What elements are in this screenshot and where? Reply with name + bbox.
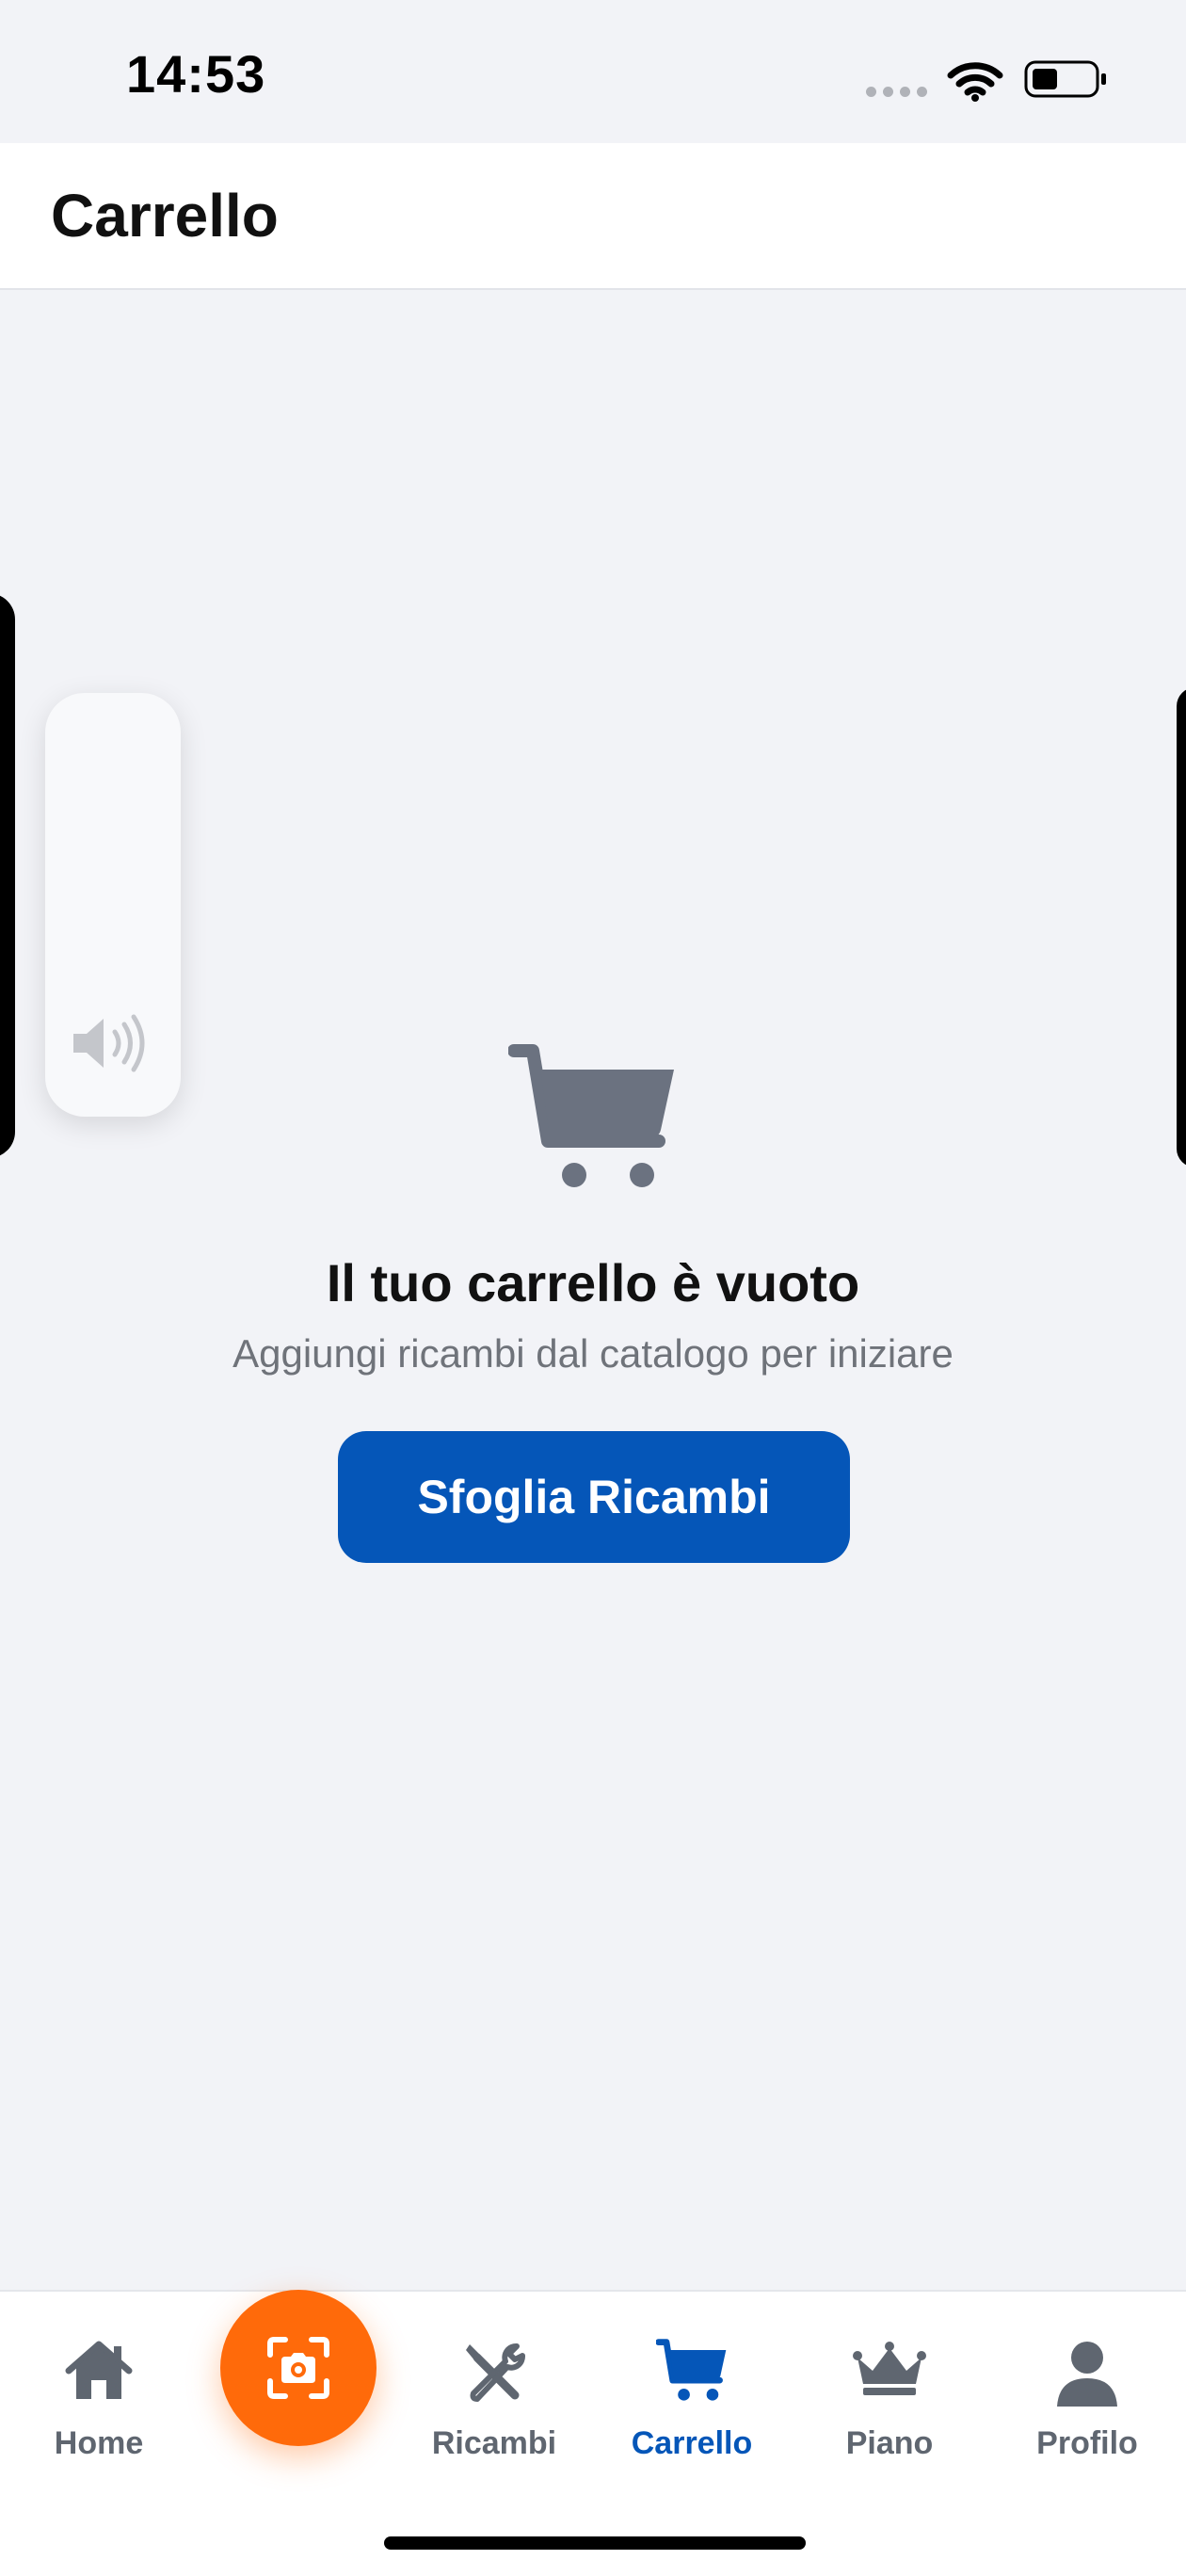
tools-icon — [466, 2343, 525, 2402]
page-title: Carrello — [51, 182, 279, 250]
cart-icon — [656, 2339, 727, 2401]
status-bar: 14:53 — [0, 0, 1186, 143]
tab-carrello-label: Carrello — [631, 2425, 753, 2461]
volume-hud[interactable] — [45, 693, 181, 1117]
tab-carrello[interactable]: Carrello — [593, 2292, 791, 2480]
home-indicator — [384, 2536, 806, 2550]
crown-icon — [853, 2342, 926, 2395]
tab-home-label: Home — [54, 2425, 144, 2461]
browse-parts-button[interactable]: Sfoglia Ricambi — [338, 1431, 850, 1563]
camera-scan-icon — [267, 2337, 329, 2399]
tab-profilo-label: Profilo — [1036, 2425, 1138, 2461]
tab-bar: Home Ricambi Carrello Piano Profilo — [0, 2290, 1186, 2576]
shopping-cart-icon — [508, 1044, 674, 1187]
tab-home[interactable]: Home — [0, 2292, 198, 2480]
tab-piano[interactable]: Piano — [791, 2292, 988, 2480]
battery-icon — [1024, 60, 1106, 98]
empty-cart-subtitle: Aggiungi ricambi dal catalogo per inizia… — [232, 1331, 954, 1376]
speaker-icon — [73, 1014, 145, 1072]
wifi-icon — [947, 62, 1003, 102]
tab-profilo[interactable]: Profilo — [988, 2292, 1186, 2480]
header: Carrello — [0, 143, 1186, 290]
device-edge-left — [0, 593, 15, 1158]
device-edge-right — [1177, 687, 1186, 1167]
empty-cart-title: Il tuo carrello è vuoto — [326, 1253, 860, 1312]
user-icon — [1057, 2342, 1117, 2407]
status-time: 14:53 — [126, 44, 266, 104]
tab-ricambi-label: Ricambi — [431, 2425, 557, 2461]
scan-camera-button[interactable] — [220, 2290, 377, 2446]
home-icon — [65, 2341, 133, 2399]
tab-piano-label: Piano — [845, 2425, 934, 2461]
tab-ricambi[interactable]: Ricambi — [395, 2292, 593, 2480]
cellular-signal-icon — [866, 87, 927, 97]
